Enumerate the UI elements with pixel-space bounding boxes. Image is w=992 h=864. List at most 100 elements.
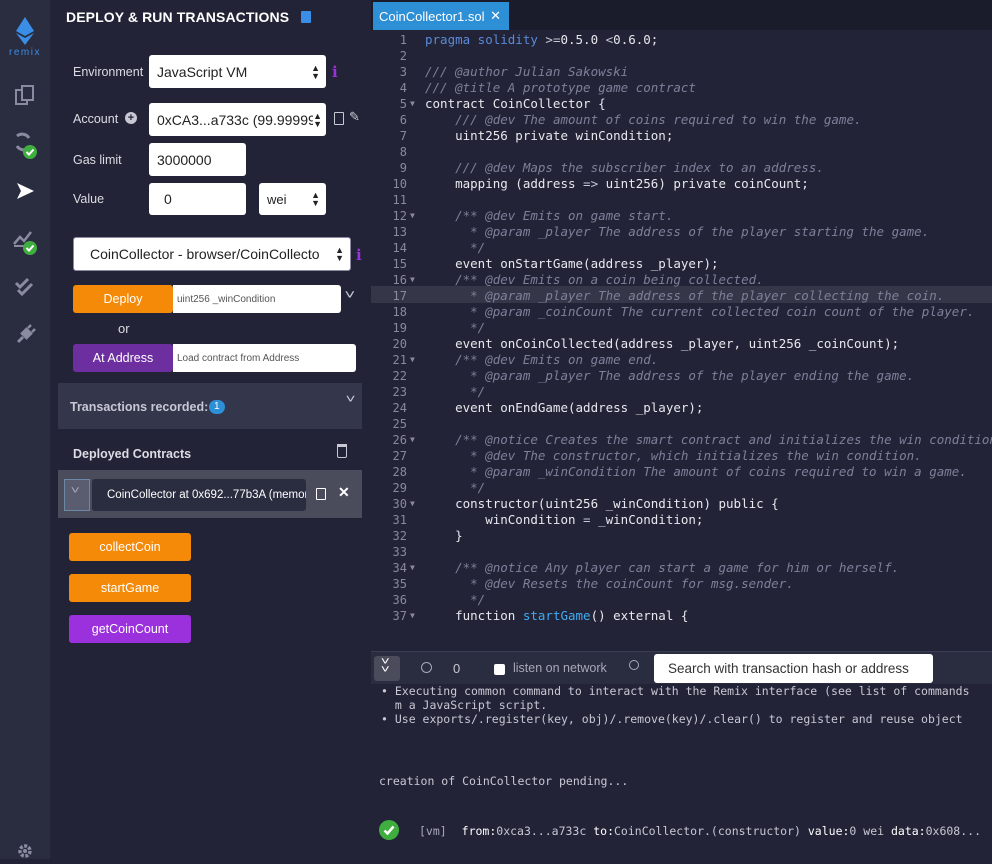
close-icon[interactable]: ✕ — [338, 484, 350, 501]
edit-account-icon[interactable]: ✎ — [349, 109, 360, 125]
line-number: 37 — [392, 609, 407, 623]
fold-toggle-icon[interactable]: ▼ — [410, 560, 415, 576]
environment-label: Environment — [73, 65, 144, 79]
code-line[interactable]: 18 * @param _coinCount The current colle… — [371, 304, 992, 320]
code-line[interactable]: 30 ▼ constructor(uint256 _winCondition) p… — [371, 496, 992, 512]
copy-account-icon[interactable] — [334, 112, 344, 125]
code-line[interactable]: 34 ▼ /** @notice Any player can start a g… — [371, 560, 992, 576]
chevron-down-icon[interactable]: ˅ — [346, 392, 356, 406]
code-line[interactable]: 21 ▼ /** @dev Emits on game end. — [371, 352, 992, 368]
code-line[interactable]: 35 * @dev Resets the coinCount for msg.s… — [371, 576, 992, 592]
code-line[interactable]: 6 /// @dev The amount of coins required … — [371, 112, 992, 128]
instance-toggle-button[interactable]: ˅ — [64, 479, 90, 511]
code-line[interactable]: 12 ▼ /** @dev Emits on game start. — [371, 208, 992, 224]
value-input[interactable]: 0 — [149, 183, 246, 215]
line-number: 3 — [399, 65, 407, 79]
code-line[interactable]: 11 — [371, 192, 992, 208]
deploy-args-input[interactable]: uint256 _winCondition — [173, 285, 341, 313]
fold-toggle-icon[interactable]: ▼ — [410, 432, 415, 448]
code-line[interactable]: 2 — [371, 48, 992, 64]
close-tab-icon[interactable]: ✕ — [490, 8, 501, 24]
fold-toggle-icon[interactable]: ▼ — [410, 208, 415, 224]
settings-gear-icon[interactable] — [0, 838, 50, 864]
toggle-terminal-button[interactable]: ˅ ˅ — [374, 656, 400, 681]
environment-select[interactable]: JavaScript VM ▲ ▼ — [149, 55, 326, 88]
add-account-icon[interactable]: + — [125, 112, 137, 124]
code-line[interactable]: 37 ▼ function startGame() external { — [371, 608, 992, 624]
transactions-recorded-bar[interactable]: Transactions recorded: 1 ˅ — [58, 383, 362, 429]
code-line[interactable]: 27 * @dev The constructor, which initial… — [371, 448, 992, 464]
deploy-run-icon[interactable] — [0, 176, 50, 206]
line-number: 12 — [392, 209, 407, 223]
code-line[interactable]: 31 winCondition = _winCondition; — [371, 512, 992, 528]
at-address-button[interactable]: At Address — [73, 344, 173, 372]
plugin-manager-icon[interactable] — [0, 320, 50, 350]
tx-from: 0xca3...a733c — [496, 824, 587, 838]
code-line[interactable]: 13 * @param _player The address of the p… — [371, 224, 992, 240]
code-line[interactable]: 15 event onStartGame(address _player); — [371, 256, 992, 272]
account-select[interactable]: 0xCA3...a733c (99.99999 ▲ ▼ — [149, 103, 326, 136]
trash-icon[interactable] — [337, 444, 347, 458]
code-line[interactable]: 14 */ — [371, 240, 992, 256]
tx-value: 0 wei — [849, 824, 885, 838]
tab-coincollector1[interactable]: CoinCollector1.sol ✕ — [373, 2, 509, 30]
fold-toggle-icon[interactable]: ▼ — [410, 608, 415, 624]
code-line[interactable]: 26 ▼ /** @notice Creates the smart contra… — [371, 432, 992, 448]
file-explorer-icon[interactable] — [0, 80, 50, 110]
at-address-input[interactable]: Load contract from Address — [173, 344, 356, 372]
code-line[interactable]: 33 — [371, 544, 992, 560]
code-line[interactable]: 4 /// @title A prototype game contract — [371, 80, 992, 96]
search-tx-input[interactable]: Search with transaction hash or address — [654, 654, 933, 683]
tx-log-line[interactable]: [vm] from:0xca3...a733c to:CoinCollector… — [419, 824, 981, 838]
code-line[interactable]: 20 event onCoinCollected(address _player… — [371, 336, 992, 352]
fold-toggle-icon[interactable]: ▼ — [410, 272, 415, 288]
code-line[interactable]: 23 */ — [371, 384, 992, 400]
tx-tag: [vm] — [419, 824, 447, 838]
code-line[interactable]: 1 pragma solidity >=0.5.0 <0.6.0; — [371, 32, 992, 48]
line-number: 28 — [392, 465, 407, 479]
copy-address-icon[interactable] — [316, 488, 326, 500]
fold-toggle-icon[interactable]: ▼ — [410, 352, 415, 368]
tx-to: CoinCollector.(constructor) — [614, 824, 801, 838]
testing-icon[interactable] — [0, 272, 50, 302]
compiler-icon[interactable] — [0, 128, 50, 162]
remix-logo[interactable]: remix — [0, 12, 50, 62]
instance-title[interactable]: CoinCollector at 0x692...77b3A (memory) — [92, 479, 306, 511]
value-unit-select[interactable]: wei ▲ ▼ — [259, 183, 326, 215]
code-line[interactable]: 5 ▼ contract CoinCollector { — [371, 96, 992, 112]
get-coin-count-button[interactable]: getCoinCount — [69, 615, 191, 643]
code-line[interactable]: 28 * @param _winCondition The amount of … — [371, 464, 992, 480]
icon-sidebar: remix — [0, 0, 50, 859]
deploy-button[interactable]: Deploy — [73, 285, 173, 313]
start-game-button[interactable]: startGame — [69, 574, 191, 602]
contract-info-icon[interactable]: i — [356, 246, 362, 264]
code-line[interactable]: 22 * @param _player The address of the p… — [371, 368, 992, 384]
code-line[interactable]: 16 ▼ /** @dev Emits on a coin being colle… — [371, 272, 992, 288]
code-line[interactable]: 19 */ — [371, 320, 992, 336]
clear-console-icon[interactable] — [421, 662, 432, 673]
code-line[interactable]: 8 — [371, 144, 992, 160]
listen-network-checkbox[interactable] — [494, 664, 505, 675]
code-line[interactable]: 24 event onEndGame(address _player); — [371, 400, 992, 416]
code-line[interactable]: 32 } — [371, 528, 992, 544]
chevron-down-icon[interactable]: ˅ — [344, 287, 355, 302]
collect-coin-button[interactable]: collectCoin — [69, 533, 191, 561]
code-line[interactable]: 36 */ — [371, 592, 992, 608]
code-line[interactable]: 9 /// @dev Maps the subscriber index to … — [371, 160, 992, 176]
fold-toggle-icon[interactable]: ▼ — [410, 496, 415, 512]
code-line[interactable]: 3 /// @author Julian Sakowski — [371, 64, 992, 80]
gas-limit-input[interactable]: 3000000 — [149, 143, 246, 176]
contract-select[interactable]: CoinCollector - browser/CoinCollecto ▲ ▼ — [73, 237, 351, 271]
code-line[interactable]: 17 * @param _player The address of the p… — [371, 288, 992, 304]
code-editor[interactable]: 1 pragma solidity >=0.5.0 <0.6.0; 2 3/// @a… — [371, 30, 992, 628]
analysis-icon[interactable] — [0, 224, 50, 258]
account-value: 0xCA3...a733c (99.99999 — [157, 111, 316, 128]
code-line[interactable]: 25 — [371, 416, 992, 432]
line-number: 35 — [392, 577, 407, 591]
code-line[interactable]: 7 uint256 private winCondition; — [371, 128, 992, 144]
code-line[interactable]: 29 */ — [371, 480, 992, 496]
fold-toggle-icon[interactable]: ▼ — [410, 96, 415, 112]
code-line[interactable]: 10 mapping (address => uint256) private … — [371, 176, 992, 192]
environment-info-icon[interactable]: i — [332, 63, 338, 81]
docs-book-icon[interactable] — [301, 11, 312, 23]
